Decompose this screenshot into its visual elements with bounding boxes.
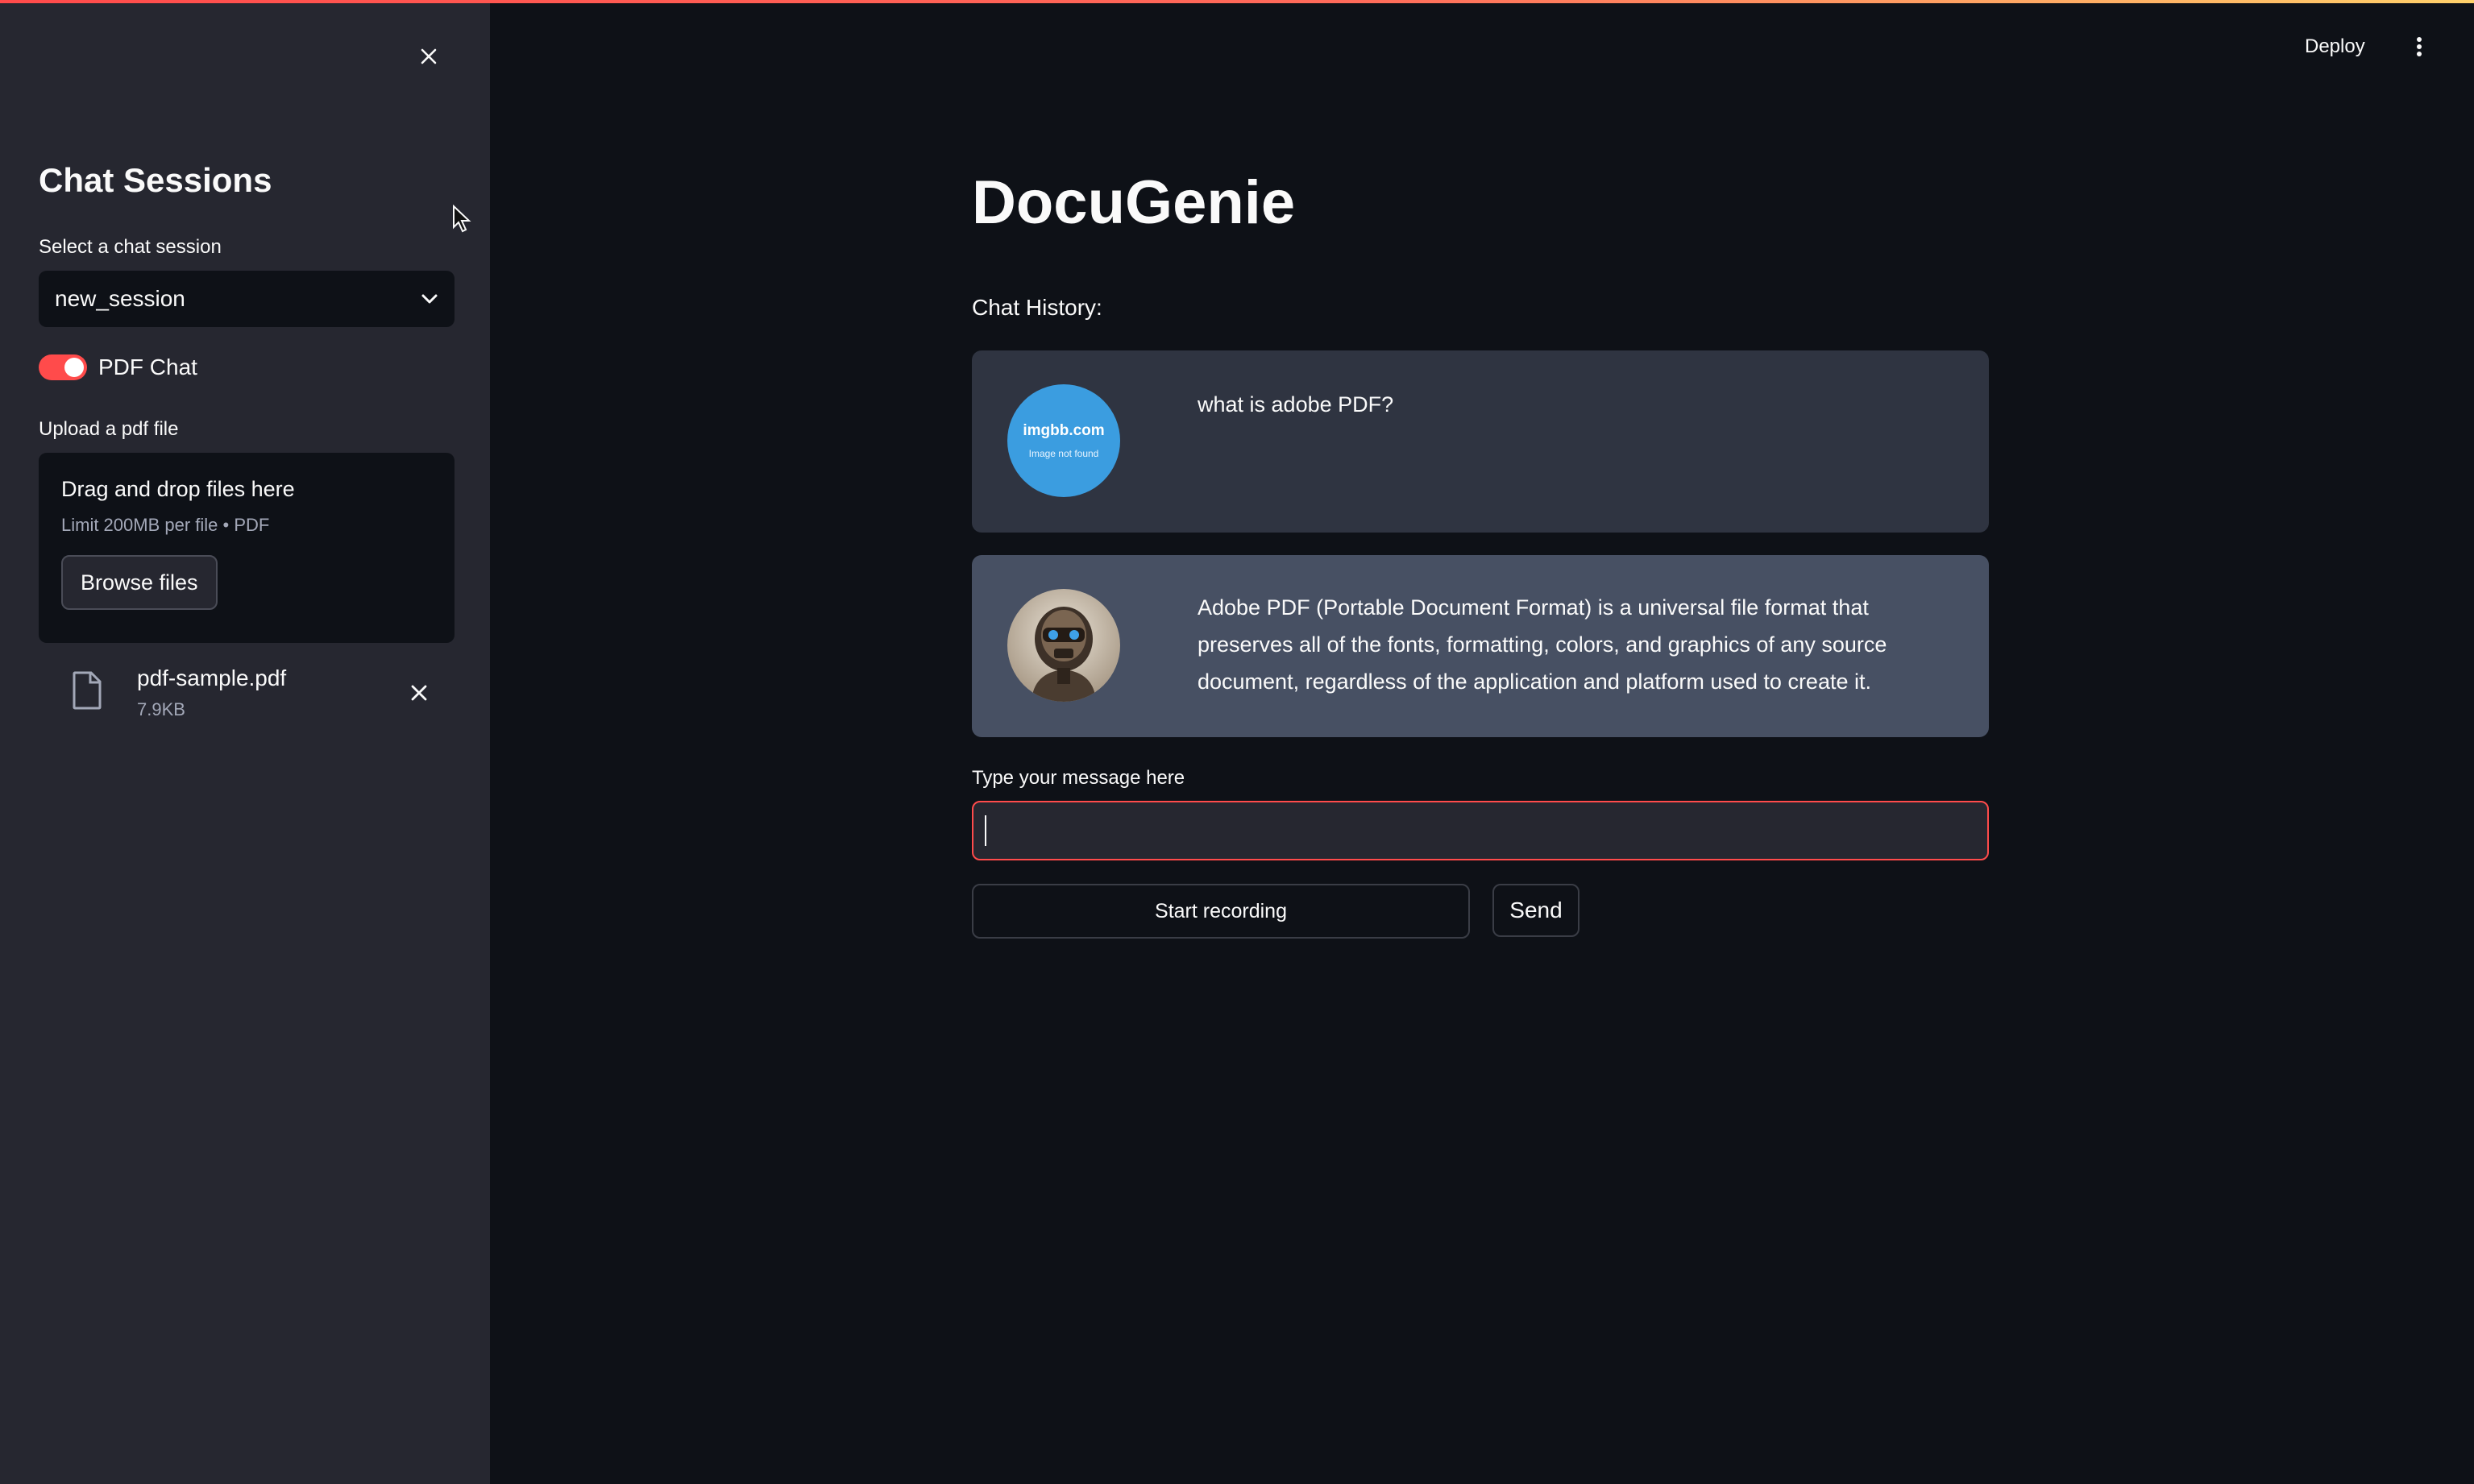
chat-message-user: imgbb.com Image not found what is adobe …: [972, 350, 1989, 533]
session-select-value: new_session: [55, 286, 185, 311]
remove-file-button[interactable]: [403, 677, 435, 709]
start-recording-button[interactable]: Start recording: [972, 884, 1470, 939]
page-title: DocuGenie: [972, 168, 1296, 237]
chevron-down-icon: [421, 294, 438, 304]
close-icon: [421, 48, 437, 64]
main-menu-button[interactable]: [2405, 32, 2434, 61]
message-text: what is adobe PDF?: [1198, 392, 1394, 417]
pdf-chat-toggle[interactable]: [39, 354, 87, 380]
close-sidebar-button[interactable]: [413, 40, 445, 73]
sidebar: Chat Sessions Select a chat session new_…: [0, 0, 490, 1484]
mouse-cursor-icon: [453, 205, 471, 233]
avatar-sub-text: Image not found: [1028, 448, 1099, 459]
browse-files-button[interactable]: Browse files: [61, 555, 218, 610]
deploy-button[interactable]: Deploy: [2305, 35, 2365, 58]
text-caret: [985, 815, 986, 846]
pdf-chat-toggle-row: PDF Chat: [39, 354, 197, 380]
message-input[interactable]: [972, 801, 1989, 860]
file-name: pdf-sample.pdf: [137, 665, 287, 690]
dropzone-limit: Limit 200MB per file • PDF: [61, 515, 270, 535]
close-icon: [411, 685, 427, 701]
user-avatar: imgbb.com Image not found: [1007, 384, 1120, 497]
message-text: Adobe PDF (Portable Document Format) is …: [1198, 595, 1887, 694]
dropzone-title: Drag and drop files here: [61, 477, 295, 501]
file-dropzone[interactable]: Drag and drop files here Limit 200MB per…: [39, 453, 455, 643]
robot-avatar-icon: [1007, 589, 1120, 702]
chat-message-assistant: Adobe PDF (Portable Document Format) is …: [972, 555, 1989, 737]
send-button[interactable]: Send: [1492, 884, 1579, 937]
file-icon: [73, 671, 102, 710]
uploaded-file-row: pdf-sample.pdf 7.9KB: [39, 659, 455, 732]
toggle-knob: [64, 358, 84, 377]
sidebar-title: Chat Sessions: [39, 161, 272, 199]
avatar-brand-text: imgbb.com: [1023, 422, 1105, 439]
chat-history-label: Chat History:: [972, 295, 1102, 320]
file-size: 7.9KB: [137, 699, 185, 719]
pdf-chat-toggle-label: PDF Chat: [98, 354, 197, 379]
session-select-label: Select a chat session: [39, 236, 222, 258]
more-vertical-icon: [2417, 37, 2422, 56]
bot-avatar: [1007, 589, 1120, 702]
session-select[interactable]: new_session: [39, 271, 455, 327]
message-input-label: Type your message here: [972, 767, 1185, 789]
upload-label: Upload a pdf file: [39, 418, 179, 440]
top-accent-line: [0, 0, 2474, 3]
